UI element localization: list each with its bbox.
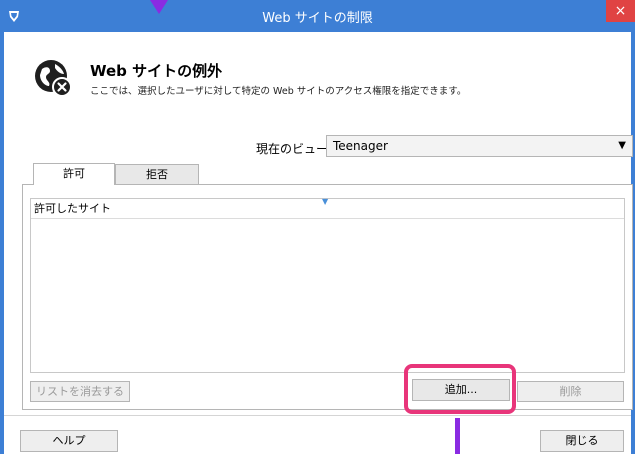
annotation-arrow-bottom <box>455 418 460 454</box>
close-window-button[interactable]: × <box>606 0 635 22</box>
title-bar: Web サイトの制限 × <box>0 0 635 32</box>
current-view-dropdown[interactable]: Teenager ▼ <box>326 135 633 157</box>
tab-deny[interactable]: 拒否 <box>115 164 199 184</box>
annotation-arrow-top <box>150 0 168 14</box>
current-view-label: 現在のビュー: <box>256 142 333 156</box>
window-left-border <box>0 32 4 454</box>
allowed-sites-list[interactable]: 許可したサイト <box>30 198 625 373</box>
annotation-highlight-box <box>404 364 516 414</box>
globe-blocked-icon <box>35 60 72 97</box>
delete-site-button[interactable]: 削除 <box>517 381 624 402</box>
dialog-window: Web サイトの制限 × Web サイトの例外 ここでは、選択したユーザに対して… <box>0 0 635 454</box>
help-button[interactable]: ヘルプ <box>20 430 118 452</box>
chevron-down-icon: ▼ <box>618 140 626 151</box>
tab-allow[interactable]: 許可 <box>33 163 115 185</box>
footer-divider <box>4 415 631 416</box>
close-button[interactable]: 閉じる <box>540 430 624 452</box>
clear-list-button[interactable]: リストを消去する <box>30 381 130 402</box>
sort-indicator-icon: ▼ <box>322 197 329 206</box>
current-view-value: Teenager <box>333 139 388 153</box>
section-description: ここでは、選択したユーザに対して特定の Web サイトのアクセス権限を指定できま… <box>90 86 467 97</box>
window-title: Web サイトの制限 <box>262 11 373 26</box>
section-title: Web サイトの例外 <box>90 62 223 80</box>
